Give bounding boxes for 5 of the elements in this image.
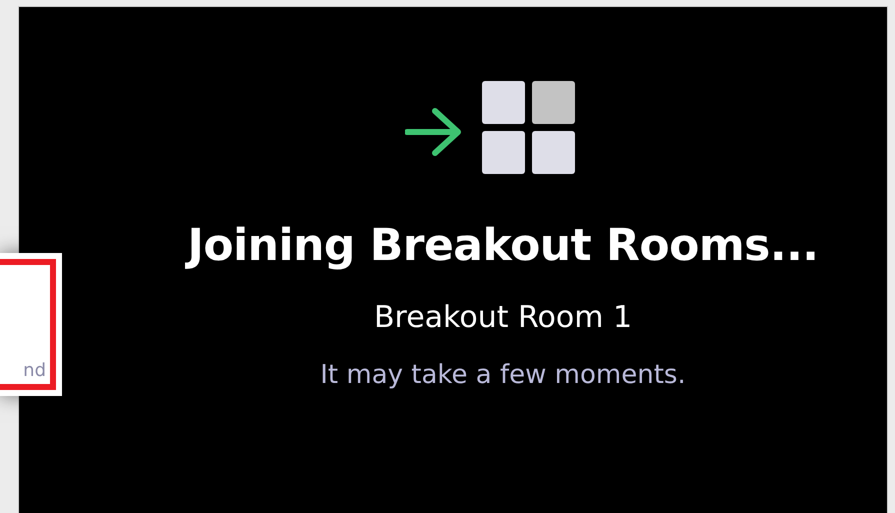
joining-title: Joining Breakout Rooms... bbox=[88, 213, 818, 279]
room-name: Breakout Room 1 bbox=[372, 299, 632, 337]
wait-message: It may take a few moments. bbox=[319, 359, 686, 392]
card-text: nd bbox=[23, 362, 46, 380]
join-rooms-icon bbox=[404, 79, 576, 175]
